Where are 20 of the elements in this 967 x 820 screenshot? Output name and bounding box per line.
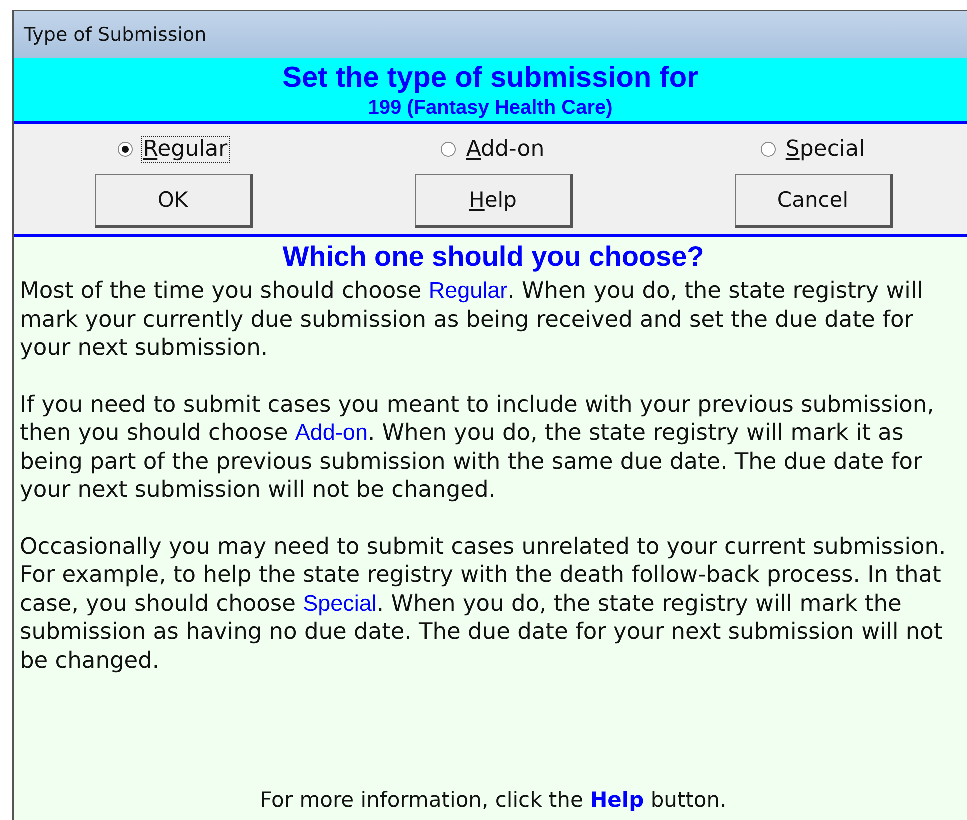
window-title: Type of Submission [24,24,207,46]
footer-text: For more information, click the Help button. [260,788,727,812]
help-paragraph: If you need to submit cases you meant to include with your previous submission, then you should choose Add-on. When you do, the state registry will mark it as being part of the previous submission with the same due date. The due date for your next submission will not be changed. [20,390,936,504]
dialog-button[interactable]: Help [415,174,573,228]
radio-button[interactable] [760,142,776,156]
radio-label[interactable]: Add-on [464,136,547,162]
radio-option[interactable]: Add-on [441,130,547,168]
radio-option[interactable]: Regular [118,130,230,168]
dialog-button[interactable]: OK [95,174,253,228]
help-heading: Which one should you choose? [282,240,706,274]
radio-label[interactable]: Special [784,136,868,162]
header-subtitle: 199 (Fantasy Health Care) [367,96,614,120]
header-title: Set the type of submission for [282,61,700,96]
radio-button[interactable] [118,142,134,156]
help-paragraph: Occasionally you may need to submit cases unrelated to your current submission. For example, to help the state registry with the death follow-back process. In that case, you should choose Special. When you do, the state registry will mark the submission as having no due date. The due date for your next submission will not be changed. [20,532,948,675]
help-paragraph: Most of the time you should choose Regular. When you do, the state registry will mark your currently due submission as being received and set the due date for your next submission. [20,277,924,362]
radio-button[interactable] [441,142,456,156]
radio-option[interactable]: Special [760,130,868,168]
radio-label[interactable]: Regular [141,136,230,162]
dialog-button[interactable]: Cancel [735,174,893,228]
